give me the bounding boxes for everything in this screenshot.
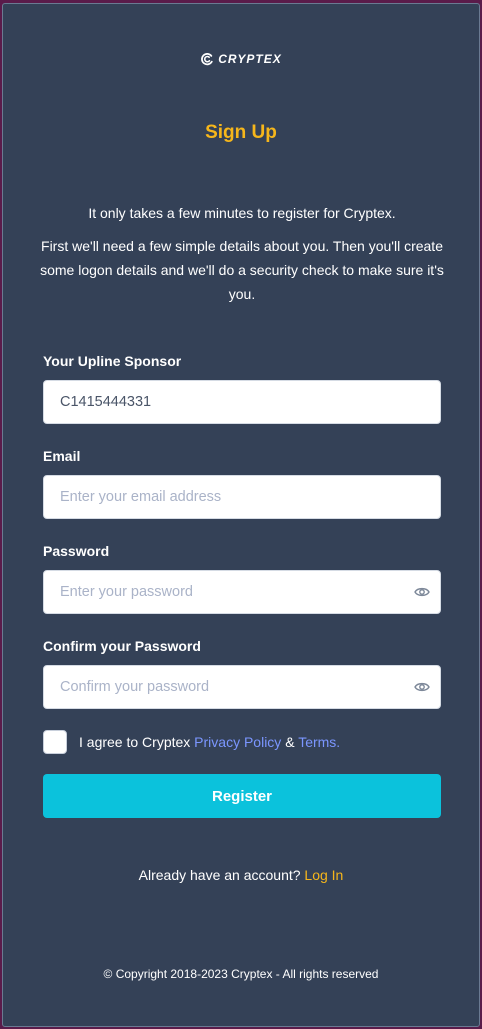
copyright-text: © Copyright 2018-2023 Cryptex - All righ… (103, 967, 379, 981)
brand-name: CRYPTEX (218, 52, 282, 66)
brand-logo[interactable]: CRYPTEX (3, 52, 479, 66)
confirm-password-label: Confirm your Password (43, 638, 201, 654)
have-account-prompt: Already have an account? (138, 867, 301, 883)
signup-card: CRYPTEX Sign Up It only takes a few minu… (2, 3, 480, 1027)
agree-prefix: I agree to Cryptex (79, 734, 191, 750)
confirm-password-field-wrapper (43, 665, 441, 709)
terms-link[interactable]: Terms. (298, 734, 340, 750)
password-label: Password (43, 543, 110, 559)
intro-text: It only takes a few minutes to register … (33, 201, 451, 306)
intro-line-1: It only takes a few minutes to register … (88, 205, 396, 221)
confirm-password-input[interactable] (44, 666, 440, 708)
email-label: Email (43, 448, 81, 464)
password-input[interactable] (44, 571, 440, 613)
sponsor-input[interactable] (44, 381, 440, 423)
agree-joiner: & (285, 734, 295, 750)
register-button[interactable]: Register (43, 774, 441, 818)
agree-text: I agree to Cryptex Privacy Policy & Term… (79, 734, 340, 750)
cryptex-swirl-icon (201, 53, 213, 66)
privacy-policy-link[interactable]: Privacy Policy (194, 734, 281, 750)
page-title: Sign Up (205, 122, 277, 143)
email-input[interactable] (44, 476, 440, 518)
login-link[interactable]: Log In (304, 867, 343, 883)
eye-icon[interactable] (414, 584, 430, 600)
intro-line-2: First we'll need a few simple details ab… (40, 238, 444, 302)
sponsor-field-wrapper (43, 380, 441, 424)
agree-checkbox[interactable] (43, 730, 67, 754)
eye-icon[interactable] (414, 679, 430, 695)
email-field-wrapper (43, 475, 441, 519)
have-account-text: Already have an account? Log In (3, 867, 479, 883)
password-field-wrapper (43, 570, 441, 614)
sponsor-label: Your Upline Sponsor (43, 353, 182, 369)
